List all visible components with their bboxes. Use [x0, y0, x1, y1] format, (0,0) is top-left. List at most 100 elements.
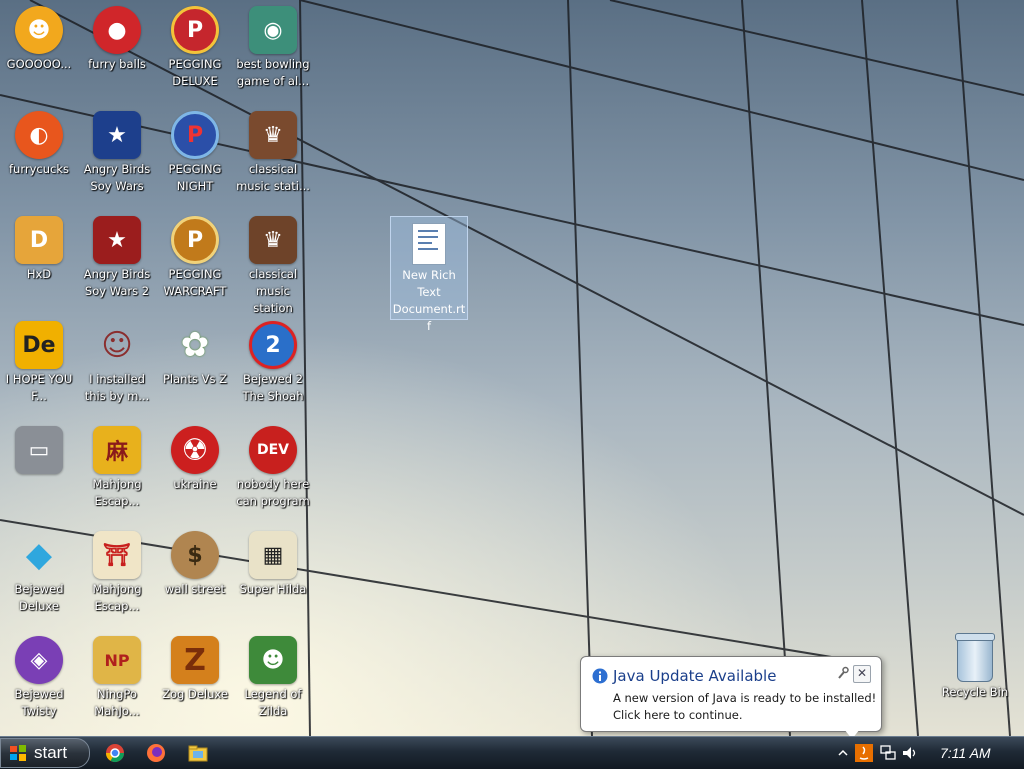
clock[interactable]: 7:11 AM	[940, 745, 991, 761]
desktop-icon[interactable]: ✿ Plants Vs Z	[156, 315, 234, 415]
app-icon: ▭	[15, 426, 63, 474]
desktop-icon[interactable]: ◐ furrycucks	[0, 105, 78, 205]
desktop-icon[interactable]: ☢ ukraine	[156, 420, 234, 520]
notification-message: A new version of Java is ready to be ins…	[613, 690, 876, 724]
show-hidden-icon[interactable]	[838, 744, 848, 762]
icon-label: NingPo MahJo...	[94, 687, 140, 718]
desktop-icon[interactable]: NP NingPo MahJo...	[78, 630, 156, 730]
icon-label: I installed this by m...	[84, 372, 150, 403]
icon-label: Zog Deluxe	[162, 687, 228, 701]
document-icon	[412, 223, 446, 265]
desktop-icon[interactable]: DEV nobody here can program	[234, 420, 312, 520]
java-update-notification[interactable]: Java Update Available ✕ A new version of…	[580, 656, 882, 736]
desktop-icon[interactable]: ◉ best bowling game of al...	[234, 0, 312, 100]
desktop-icon[interactable]: $ wall street	[156, 525, 234, 625]
balloon-tail	[844, 729, 860, 736]
firefox-app-icon: ◐	[15, 111, 63, 159]
chrome-icon[interactable]	[105, 743, 125, 763]
desktop-icon[interactable]: ⛩ Mahjong Escap...	[78, 525, 156, 625]
desktop-icon[interactable]: 2 Bejewed 2 The Shoah	[234, 315, 312, 415]
desktop-icon[interactable]: 麻 Mahjong Escap...	[78, 420, 156, 520]
desktop-icon[interactable]: ★ Angry Birds Soy Wars	[78, 105, 156, 205]
desktop-icon[interactable]: P PEGGING WARCRAFT	[156, 210, 234, 310]
money-bag-icon: $	[171, 531, 219, 579]
desktop-icon[interactable]: ◈ Bejewed Twisty	[0, 630, 78, 730]
icon-label: Super Hilda	[239, 582, 307, 596]
desktop-icon[interactable]: ☻ Legend of Zilda	[234, 630, 312, 730]
icon-label: nobody here can program	[236, 477, 310, 508]
start-button[interactable]: start	[0, 738, 90, 768]
windows-logo-icon	[10, 745, 26, 761]
app-icon: 麻	[93, 426, 141, 474]
recycle-bin[interactable]: Recycle Bin	[936, 630, 1014, 730]
portrait-icon: ♛	[249, 216, 297, 264]
app-icon: ☻	[15, 6, 63, 54]
app-icon: ◉	[249, 6, 297, 54]
desktop: ☻ GOOOOO... ◐ furrycucks D HxD De I HOPE…	[0, 0, 1024, 736]
desktop-icon[interactable]: ♛ classical music station	[234, 210, 312, 315]
icon-label: ukraine	[173, 477, 217, 491]
start-label: start	[34, 743, 68, 762]
icon-label: Bejewed Deluxe	[14, 582, 64, 613]
portrait-icon: ♛	[249, 111, 297, 159]
desktop-icon[interactable]: Z Zog Deluxe	[156, 630, 234, 730]
app-icon: P	[171, 111, 219, 159]
explorer-icon[interactable]	[188, 743, 208, 763]
desktop-icon[interactable]: ♛ classical music stati...	[234, 105, 312, 205]
icon-label: I HOPE YOU F...	[5, 372, 73, 403]
icon-label: Angry Birds Soy Wars 2	[83, 267, 151, 298]
app-icon: Z	[171, 636, 219, 684]
firefox-icon[interactable]	[146, 743, 166, 763]
icon-label: Recycle Bin	[941, 685, 1009, 699]
java-icon[interactable]	[855, 744, 873, 762]
icon-label: PEGGING NIGHT	[168, 162, 222, 193]
icon-label: best bowling game of al...	[236, 57, 310, 88]
desktop-icon[interactable]: P PEGGING DELUXE	[156, 0, 234, 100]
app-icon: D	[15, 216, 63, 264]
close-button[interactable]: ✕	[853, 665, 871, 683]
icon-label: Mahjong Escap...	[92, 582, 142, 613]
message-line: A new version of Java is ready to be ins…	[613, 691, 877, 705]
icon-label: Mahjong Escap...	[92, 477, 142, 508]
app-icon: De	[15, 321, 63, 369]
desktop-icon[interactable]: ◆ Bejewed Deluxe	[0, 525, 78, 625]
desktop-icon[interactable]: D HxD	[0, 210, 78, 310]
system-tray	[829, 737, 1024, 769]
icon-label: classical music stati...	[236, 162, 310, 193]
flower-icon: ✿	[180, 325, 210, 365]
app-icon: NP	[93, 636, 141, 684]
desktop-icon[interactable]: ☻ GOOOOO...	[0, 0, 78, 100]
rtf-file-icon-tile[interactable]: New Rich Text Document.rtf	[390, 216, 468, 333]
desktop-icon[interactable]: ☺ I installed this by m...	[78, 315, 156, 415]
notification-title: Java Update Available	[613, 667, 777, 685]
icon-label: Bejewed Twisty	[14, 687, 64, 718]
app-icon: ●	[93, 6, 141, 54]
icon-label: New Rich Text Document.rtf	[392, 268, 466, 333]
desktop-icon[interactable]: ▭	[0, 420, 78, 520]
app-icon: 2	[249, 321, 297, 369]
app-icon: ★	[93, 111, 141, 159]
icon-label: HxD	[26, 267, 52, 281]
icon-label: Legend of Zilda	[244, 687, 302, 718]
desktop-icon[interactable]: De I HOPE YOU F...	[0, 315, 78, 415]
wrench-icon[interactable]	[837, 666, 849, 680]
icon-label: furrycucks	[9, 162, 69, 176]
desktop-icon[interactable]: ▦ Super Hilda	[234, 525, 312, 625]
desktop-icon[interactable]: ★ Angry Birds Soy Wars 2	[78, 210, 156, 310]
desktop-icon[interactable]: P PEGGING NIGHT	[156, 105, 234, 205]
app-icon: ⛩	[93, 531, 141, 579]
icon-label: furry balls	[88, 57, 146, 71]
icon-label: wall street	[164, 582, 226, 596]
info-icon	[592, 668, 608, 684]
icon-label: PEGGING WARCRAFT	[163, 267, 227, 298]
app-icon: ◈	[15, 636, 63, 684]
app-icon: ★	[93, 216, 141, 264]
icon-label: GOOOOO...	[6, 57, 72, 71]
desktop-icon[interactable]: ● furry balls	[78, 0, 156, 100]
recycle-bin-icon	[955, 633, 995, 682]
icon-label: Angry Birds Soy Wars	[83, 162, 151, 193]
taskbar: start 7:11 AM	[0, 736, 1024, 769]
app-icon: DEV	[249, 426, 297, 474]
network-icon[interactable]	[879, 744, 897, 762]
volume-icon[interactable]	[901, 744, 919, 762]
